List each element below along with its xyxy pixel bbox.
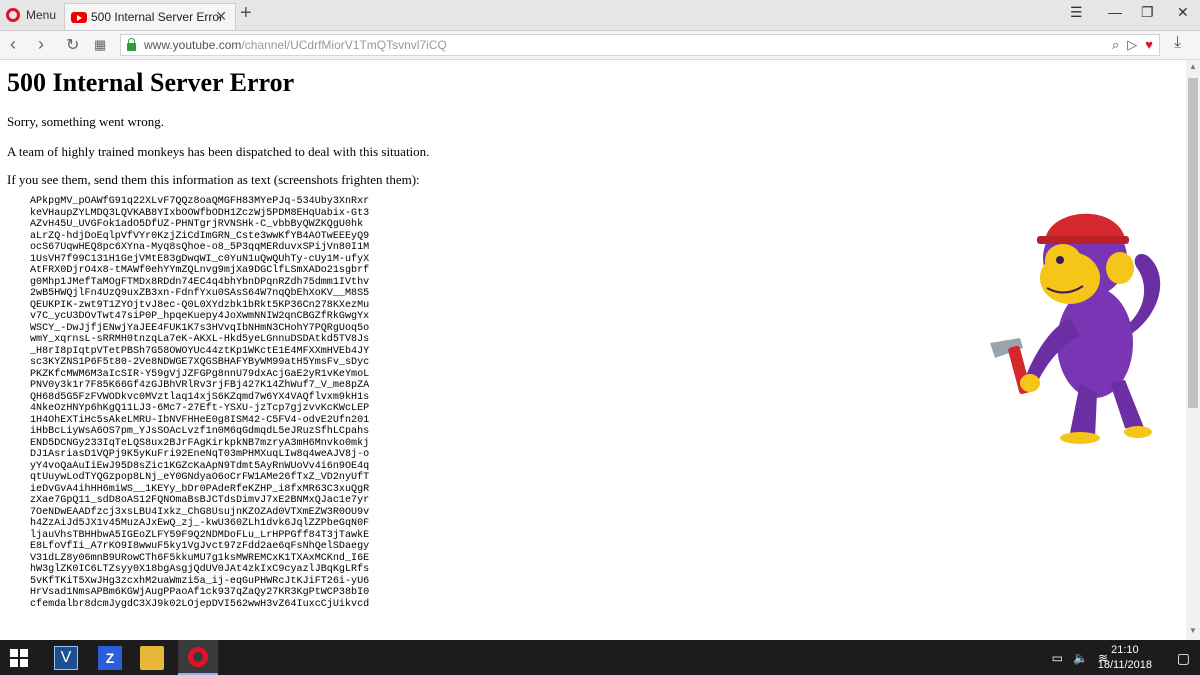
clock-date: 18/11/2018 <box>1097 659 1152 671</box>
opera-taskbar-button[interactable] <box>178 640 218 675</box>
opera-menu-button[interactable]: Menu <box>6 4 56 26</box>
url-domain: www.youtube.com <box>144 38 242 52</box>
notifications-icon[interactable]: ▢ <box>1177 650 1190 667</box>
taskbar-clock[interactable]: 21:10 18/11/2018 <box>1098 643 1152 673</box>
url-actions: ⌕ ▷ ♥ <box>1112 37 1153 53</box>
instructions-text: If you see them, send them this informat… <box>7 172 420 187</box>
tab-bar: Menu 500 Internal Server Error ✕ + ☰ — ❐… <box>0 0 1200 31</box>
windows-start-icon[interactable] <box>10 649 28 667</box>
scroll-thumb[interactable] <box>1188 78 1198 408</box>
url-path: /channel/UCdrfMiorV1TmQTsvnvl7iCQ <box>241 38 447 52</box>
monkeys-text: A team of highly trained monkeys has bee… <box>7 144 430 159</box>
opera-logo-icon <box>6 8 20 22</box>
minimize-icon[interactable]: — <box>1108 4 1122 20</box>
vs-app-icon[interactable]: V <box>54 646 78 670</box>
browser-chrome: Menu 500 Internal Server Error ✕ + ☰ — ❐… <box>0 0 1200 60</box>
bookmark-heart-icon[interactable]: ♥ <box>1145 37 1153 53</box>
close-window-icon[interactable]: ✕ <box>1177 4 1189 21</box>
youtube-favicon-icon <box>71 11 87 23</box>
opera-taskbar-icon <box>188 647 208 667</box>
url-input[interactable]: www.youtube.com/channel/UCdrfMiorV1TmQTs… <box>120 34 1160 56</box>
monkey-illustration <box>990 213 1161 444</box>
tool-app-icon[interactable]: Z <box>98 646 122 670</box>
reload-icon[interactable]: ↻ <box>66 35 79 55</box>
menu-label: Menu <box>26 8 57 22</box>
download-icon[interactable]: ⤓ <box>1174 34 1181 52</box>
search-icon[interactable]: ⌕ <box>1112 37 1119 53</box>
secure-lock-icon <box>127 37 136 51</box>
debug-info-block: APkpgMV_pOAWfG91q22XLvF7QQz8oaQMGFH83MYe… <box>30 196 370 610</box>
vertical-scrollbar[interactable]: ▲ ▼ <box>1186 60 1200 640</box>
tab-youtube-error[interactable]: 500 Internal Server Error ✕ <box>64 3 236 30</box>
page-content: 500 Internal Server Error Sorry, somethi… <box>0 60 1186 640</box>
speed-dial-icon[interactable]: ▦ <box>94 37 106 53</box>
send-icon[interactable]: ▷ <box>1127 37 1137 53</box>
scroll-up-icon[interactable]: ▲ <box>1189 62 1197 71</box>
tab-close-icon[interactable]: ✕ <box>215 8 227 25</box>
clock-time: 21:10 <box>1111 644 1139 656</box>
page-title: 500 Internal Server Error <box>7 68 295 97</box>
forward-icon[interactable]: › <box>38 34 44 55</box>
sorry-text: Sorry, something went wrong. <box>7 114 164 129</box>
back-icon[interactable]: ‹ <box>10 34 16 55</box>
volume-icon[interactable]: 🔈 <box>1073 651 1088 665</box>
battery-icon[interactable]: ▭ <box>1052 651 1063 665</box>
restore-icon[interactable]: ❐ <box>1141 4 1154 21</box>
new-tab-button[interactable]: + <box>240 2 252 25</box>
windows-taskbar: V Z ▭ 🔈 ≋ 21:10 18/11/2018 ▢ <box>0 640 1200 675</box>
file-explorer-icon[interactable] <box>140 646 164 670</box>
address-bar-row: ‹ › ↻ ▦ www.youtube.com/channel/UCdrfMio… <box>0 31 1200 60</box>
scroll-down-icon[interactable]: ▼ <box>1189 626 1197 635</box>
tab-title: 500 Internal Server Error <box>91 10 224 24</box>
tab-menu-icon[interactable]: ☰ <box>1070 4 1083 21</box>
